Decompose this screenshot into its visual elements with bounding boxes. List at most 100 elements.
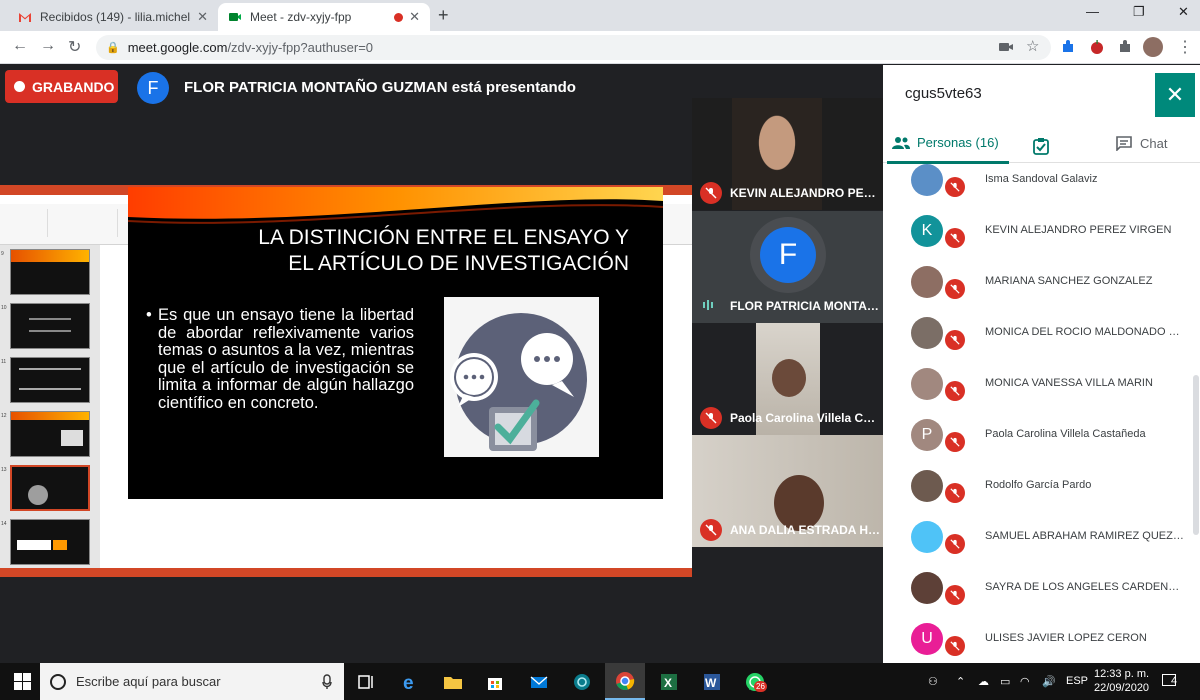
tab-meet[interactable]: Meet - zdv-xyjy-fpp ✕ (218, 3, 430, 31)
close-panel-button[interactable]: ✕ (1155, 73, 1195, 117)
taskbar-clock[interactable]: 12:33 p. m. 22/09/2020 (1094, 667, 1149, 695)
mic-off-icon (943, 430, 967, 454)
slide-thumbnail[interactable] (10, 519, 90, 565)
participant-name: ULISES JAVIER LOPEZ CERON (985, 632, 1147, 644)
tab-chat[interactable]: Chat (1115, 135, 1167, 151)
mail-icon[interactable] (529, 672, 549, 692)
tab-gmail[interactable]: Recibidos (149) - lilia.michel@ua ✕ (8, 3, 218, 31)
input-language[interactable]: ESP (1066, 675, 1088, 687)
participant-tile[interactable]: Paola Carolina Villela Cast... (692, 323, 883, 435)
windows-taskbar: Escribe aquí para buscar e X W 26 ⚇ ⌃ ☁ … (0, 663, 1200, 700)
svg-text:X: X (664, 676, 672, 690)
wifi-icon[interactable]: ◠ (1020, 675, 1030, 688)
participant-row[interactable]: U ULISES JAVIER LOPEZ CERON (883, 614, 1200, 665)
file-explorer-icon[interactable] (443, 672, 463, 692)
participant-tile[interactable]: KEVIN ALEJANDRO PERE... (692, 98, 883, 210)
url-field[interactable]: 🔒 meet.google.com/zdv-xyjy-fpp?authuser=… (96, 35, 1051, 60)
avatar-initial: F (760, 227, 816, 283)
recording-label: GRABANDO (32, 78, 115, 95)
participant-tile[interactable]: F FLOR PATRICIA MONTAÑ... (692, 211, 883, 323)
show-hidden-icons-icon[interactable]: ⌃ (956, 675, 965, 688)
meet-icon (229, 13, 241, 21)
address-bar-row: ← → ↻ 🔒 meet.google.com/zdv-xyjy-fpp?aut… (0, 31, 1200, 64)
whatsapp-taskbar[interactable]: 26 (745, 672, 769, 696)
volume-icon[interactable]: 🔊 (1042, 675, 1056, 688)
participant-row[interactable]: MONICA DEL ROCIO MALDONADO BE... (883, 308, 1200, 359)
forward-icon[interactable]: → (40, 37, 56, 55)
activities-checklist-icon[interactable] (1032, 137, 1050, 155)
star-icon[interactable]: ☆ (1026, 37, 1042, 55)
thumb-number: 11 (1, 359, 7, 365)
chat-bubbles-image (444, 297, 599, 457)
reload-icon[interactable]: ↻ (68, 37, 81, 57)
slide-thumbnail[interactable] (10, 249, 90, 295)
extension-puzzle-icon[interactable] (1060, 39, 1076, 55)
participant-name: Paola Carolina Villela Castañeda (985, 428, 1146, 440)
minimize-icon[interactable]: — (1086, 4, 1099, 19)
meet-stage: GRABANDO F FLOR PATRICIA MONTAÑO GUZMAN … (0, 65, 883, 663)
thumb-number: 10 (1, 305, 7, 311)
url-path: /zdv-xyjy-fpp?authuser=0 (227, 40, 374, 55)
windows-start-icon[interactable] (14, 673, 31, 690)
onedrive-icon[interactable]: ☁ (978, 675, 989, 688)
bullet-text: Es que un ensayo tiene la libertad de ab… (158, 306, 414, 412)
participant-row[interactable]: MONICA VANESSA VILLA MARIN (883, 359, 1200, 410)
people-tray-icon[interactable]: ⚇ (928, 675, 938, 688)
slide-thumbnail-selected[interactable] (10, 465, 90, 511)
browser-menu-icon[interactable]: ⋮ (1177, 37, 1193, 57)
participant-name: MONICA DEL ROCIO MALDONADO BE... (985, 326, 1185, 338)
slide-thumbnail[interactable] (10, 411, 90, 457)
taskbar-search-box[interactable]: Escribe aquí para buscar (40, 663, 344, 700)
participant-name: KEVIN ALEJANDRO PEREZ VIRGEN (985, 224, 1172, 236)
slide-thumbnail[interactable] (10, 357, 90, 403)
mic-off-icon (943, 226, 967, 250)
participant-row[interactable]: Rodolfo García Pardo (883, 461, 1200, 512)
back-icon[interactable]: ← (12, 37, 28, 55)
chrome-taskbar-active[interactable] (605, 663, 645, 700)
slide-thumbnail[interactable] (10, 303, 90, 349)
word-icon[interactable]: W (702, 672, 722, 692)
excel-icon[interactable]: X (659, 672, 679, 692)
participant-avatar (911, 572, 943, 604)
network-icon[interactable]: ▭ (1000, 675, 1010, 688)
panel-scrollbar[interactable] (1193, 375, 1199, 535)
powerpoint-status-bar (0, 568, 692, 577)
browser-tab-bar: Recibidos (149) - lilia.michel@ua ✕ Meet… (0, 0, 1200, 31)
extensions-icon[interactable] (1117, 39, 1133, 55)
lock-icon: 🔒 (106, 42, 120, 54)
edge-icon[interactable]: e (400, 672, 420, 692)
microphone-icon[interactable] (322, 673, 332, 690)
apple-extension-icon[interactable] (1089, 39, 1105, 55)
recording-badge: GRABANDO (5, 70, 118, 103)
close-tab-icon[interactable]: ✕ (197, 9, 208, 25)
participant-row[interactable]: K KEVIN ALEJANDRO PEREZ VIRGEN (883, 206, 1200, 257)
participant-tile[interactable]: ANA DALIA ESTRADA HER... (692, 435, 883, 547)
participant-row[interactable]: P Paola Carolina Villela Castañeda (883, 410, 1200, 461)
record-dot-icon (14, 81, 25, 92)
participant-row[interactable]: SAYRA DE LOS ANGELES CARDENAS ... (883, 563, 1200, 614)
participant-row[interactable]: SAMUEL ABRAHAM RAMIREZ QUEZA... (883, 512, 1200, 563)
task-view-icon[interactable] (356, 672, 376, 692)
participant-row[interactable]: MARIANA SANCHEZ GONZALEZ (883, 257, 1200, 308)
notifications-icon[interactable]: 4 (1162, 672, 1184, 692)
svg-text:W: W (705, 676, 717, 690)
tab-people[interactable]: Personas (16) (887, 135, 1009, 164)
chat-tab-label: Chat (1140, 135, 1168, 151)
mic-off-icon (943, 634, 967, 658)
thumb-number: 13 (1, 467, 7, 473)
camera-icon[interactable] (998, 39, 1014, 55)
close-tab-icon[interactable]: ✕ (409, 9, 420, 25)
participant-avatar (911, 164, 943, 196)
new-tab-button[interactable]: + (438, 5, 449, 26)
participant-avatar (911, 521, 943, 553)
participant-name: KEVIN ALEJANDRO PERE... (730, 186, 880, 200)
globe-app-icon[interactable] (572, 672, 592, 692)
window-close-icon[interactable]: ✕ (1178, 4, 1189, 20)
mic-off-icon (700, 182, 722, 204)
profile-avatar[interactable] (1143, 37, 1163, 57)
restore-icon[interactable]: ❐ (1133, 4, 1145, 20)
participant-name: MONICA VANESSA VILLA MARIN (985, 377, 1153, 389)
clock-date: 22/09/2020 (1094, 682, 1150, 694)
participant-row[interactable]: Isma Sandoval Galaviz (883, 155, 1200, 206)
store-icon[interactable] (485, 672, 505, 692)
